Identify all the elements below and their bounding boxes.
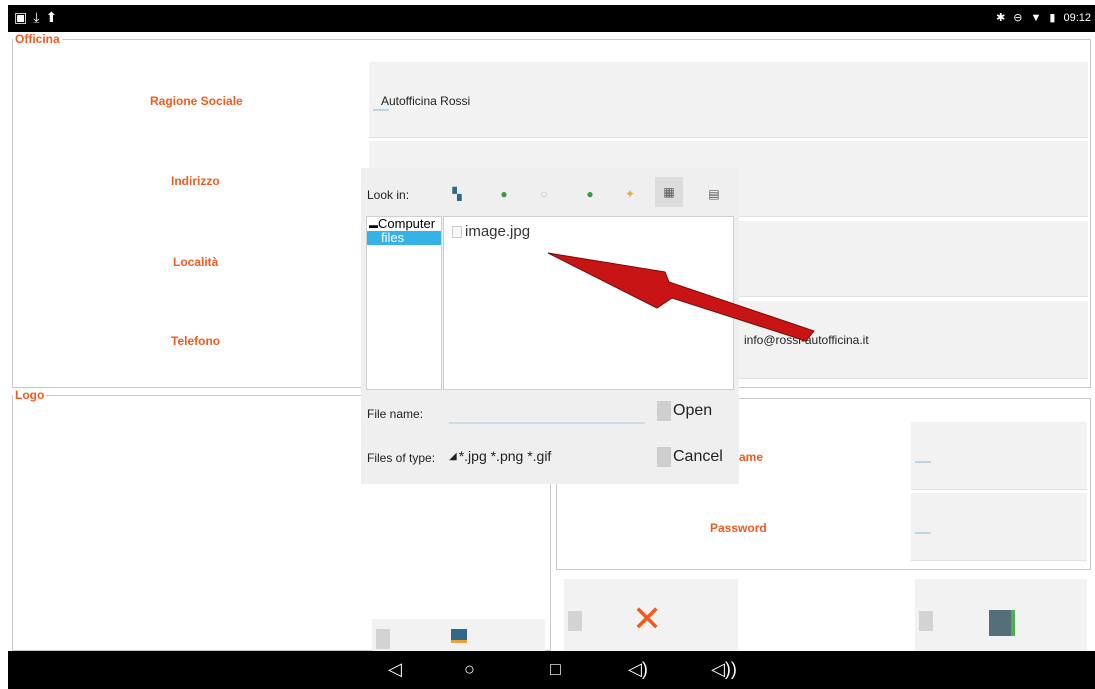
navigation-bar: ◁ ○ □ ◁) ◁)) <box>8 651 1095 689</box>
arrow-shape <box>547 252 815 342</box>
recents-icon[interactable]: □ <box>550 659 561 680</box>
home-icon[interactable]: ○ <box>464 659 475 680</box>
volume-down-icon[interactable]: ◁) <box>628 659 648 680</box>
back-icon[interactable]: ◁ <box>388 659 402 680</box>
volume-up-icon[interactable]: ◁)) <box>711 659 737 680</box>
pointer-arrow <box>547 252 815 342</box>
